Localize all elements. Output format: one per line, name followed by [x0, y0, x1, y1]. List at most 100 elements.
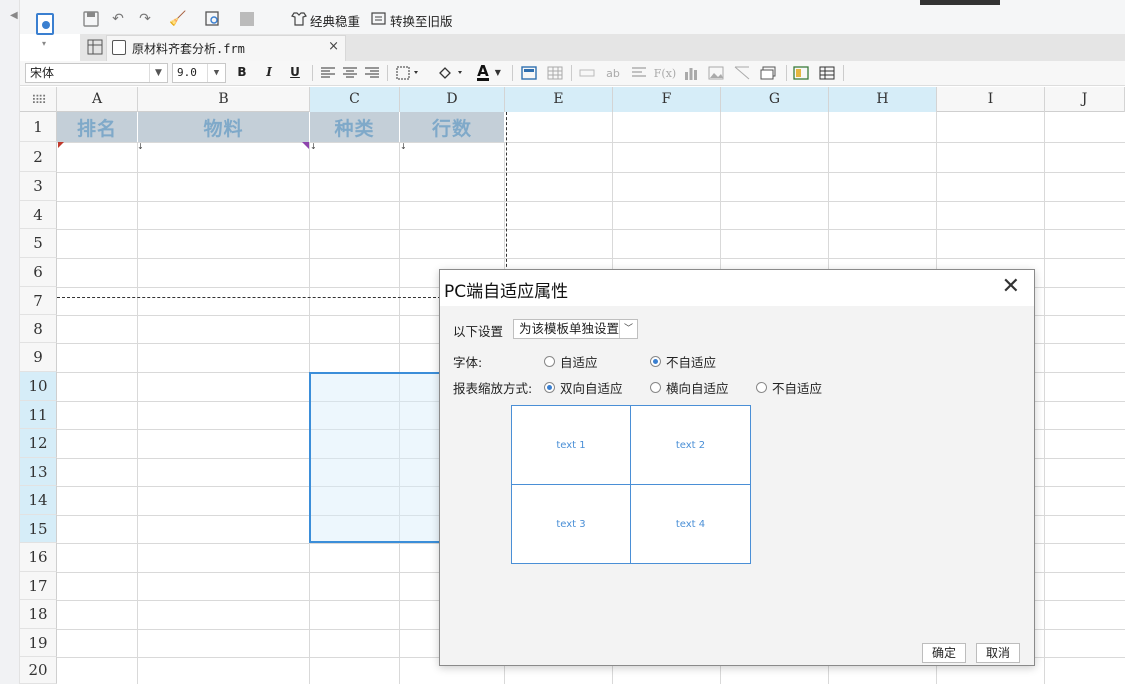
pc-adaptive-properties-dialog: PC端自适应属性 ✕ 以下设置 为该模板单独设置 ﹀ 字体: 自适应 不自适应 …	[439, 269, 1035, 666]
column-header-h[interactable]: H	[829, 87, 937, 112]
table-grid-icon[interactable]	[546, 65, 564, 81]
convert-icon[interactable]	[370, 10, 388, 28]
row-header-10[interactable]: 10	[20, 372, 57, 401]
column-header-j[interactable]: J	[1045, 87, 1125, 112]
preview-cell: text 4	[675, 519, 706, 530]
classic-theme-button[interactable]: 经典稳重	[310, 11, 360, 30]
collapse-left-arrow-icon[interactable]: ◀	[10, 10, 18, 21]
font-not-adaptive-label: 不自适应	[666, 355, 717, 370]
column-header-g[interactable]: G	[721, 87, 829, 112]
chevron-down-icon: ﹀	[619, 320, 637, 338]
bold-button[interactable]: B	[234, 65, 250, 79]
cell-selection-range[interactable]	[309, 372, 443, 543]
file-tab-label: 原材料齐套分析.frm	[132, 42, 245, 56]
column-header-i[interactable]: I	[937, 87, 1045, 112]
preview-cell: text 2	[631, 406, 750, 485]
expand-down-arrow-icon: ↓	[400, 142, 407, 151]
preview-icon[interactable]	[204, 10, 222, 28]
setting-scope-select[interactable]: 为该模板单独设置 ﹀	[513, 319, 638, 339]
close-icon[interactable]: ✕	[1002, 276, 1020, 298]
preview-cell: text 1	[512, 406, 631, 485]
row-header-6[interactable]: 6	[20, 258, 57, 287]
column-header-a[interactable]: A	[57, 87, 138, 112]
save-icon[interactable]	[82, 10, 100, 28]
row-header-19[interactable]: 19	[20, 629, 57, 657]
disabled-tool-icon	[238, 10, 256, 28]
clear-brush-icon[interactable]: 🧹	[168, 9, 188, 29]
cell-element-icon[interactable]	[792, 65, 810, 81]
app-menu-logo-icon[interactable]: ▾	[34, 13, 56, 48]
theme-shirt-icon[interactable]	[290, 10, 308, 28]
row-header-17[interactable]: 17	[20, 572, 57, 600]
row-header-1[interactable]: 1	[20, 112, 57, 142]
align-center-icon[interactable]	[342, 65, 358, 81]
font-color-button[interactable]: A ▼	[474, 62, 504, 82]
separator	[786, 65, 787, 81]
row-header-11[interactable]: 11	[20, 401, 57, 429]
font-size-select[interactable]: 9.0 ▼	[172, 63, 226, 83]
row-header-16[interactable]: 16	[20, 543, 57, 572]
scale-both-label: 双向自适应	[560, 381, 623, 396]
column-header-c[interactable]: C	[310, 87, 400, 112]
font-name-value: 宋体	[30, 66, 55, 80]
fill-color-icon[interactable]	[436, 64, 466, 82]
separator	[512, 65, 513, 81]
scale-both-radio[interactable]: 双向自适应	[544, 378, 623, 397]
row-header-8[interactable]: 8	[20, 315, 57, 343]
cell-d1-rows-header[interactable]: 行数	[400, 112, 505, 142]
form-layout-icon[interactable]	[818, 65, 836, 81]
row-header-12[interactable]: 12	[20, 429, 57, 458]
grid-hline	[57, 201, 1125, 202]
grid-vline	[137, 112, 138, 684]
subreport-icon[interactable]	[759, 65, 779, 81]
chevron-down-icon: ▼	[494, 67, 501, 77]
redo-icon[interactable]: ↷	[135, 9, 155, 29]
row-header-2[interactable]: 2	[20, 142, 57, 172]
row-header-13[interactable]: 13	[20, 458, 57, 486]
row-header-4[interactable]: 4	[20, 201, 57, 229]
column-header-f[interactable]: F	[613, 87, 721, 112]
undo-icon[interactable]: ↶	[108, 9, 128, 29]
row-header-9[interactable]: 9	[20, 343, 57, 372]
radio-off-icon	[544, 356, 555, 367]
row-header-5[interactable]: 5	[20, 229, 57, 258]
file-tab[interactable]: 原材料齐套分析.frm ×	[106, 35, 346, 61]
separator	[387, 65, 388, 81]
text-ab-icon: ab	[606, 66, 620, 80]
cell-c1-category-header[interactable]: 种类	[310, 112, 400, 142]
row-header-3[interactable]: 3	[20, 172, 57, 201]
insert-image-icon[interactable]	[520, 65, 538, 81]
underline-button[interactable]: U	[287, 65, 303, 79]
row-header-7[interactable]: 7	[20, 287, 57, 315]
convert-legacy-button[interactable]: 转换至旧版	[390, 11, 453, 30]
bar-chart-icon	[682, 65, 700, 81]
font-name-select[interactable]: 宋体 ▼	[25, 63, 168, 83]
scale-none-label: 不自适应	[772, 381, 823, 396]
row-header-20[interactable]: 20	[20, 657, 57, 684]
font-not-adaptive-radio[interactable]: 不自适应	[650, 352, 716, 371]
row-header-14[interactable]: 14	[20, 486, 57, 515]
grid-hline	[57, 172, 1125, 173]
ok-button[interactable]: 确定	[922, 643, 966, 663]
border-icon[interactable]	[395, 65, 423, 81]
cancel-button[interactable]: 取消	[976, 643, 1020, 663]
italic-button[interactable]: I	[261, 65, 277, 79]
close-tab-icon[interactable]: ×	[328, 39, 339, 54]
font-adaptive-label: 自适应	[560, 355, 598, 370]
column-header-e[interactable]: E	[505, 87, 613, 112]
row-header-15[interactable]: 15	[20, 515, 57, 543]
align-right-icon[interactable]	[364, 65, 380, 81]
row-header-18[interactable]: 18	[20, 600, 57, 629]
column-header-d[interactable]: D	[400, 87, 505, 112]
select-all-corner-icon[interactable]: ⠿⠿	[20, 87, 57, 112]
cell-a1-rank-header[interactable]: 排名	[57, 112, 138, 142]
column-header-b[interactable]: B	[138, 87, 310, 112]
top-edge-fragment	[920, 0, 1000, 5]
scale-none-radio[interactable]: 不自适应	[756, 378, 822, 397]
font-adaptive-radio[interactable]: 自适应	[544, 352, 598, 371]
cell-b1-material-header[interactable]: 物料	[138, 112, 310, 142]
grid-hline	[57, 258, 1125, 259]
align-left-icon[interactable]	[320, 65, 336, 81]
grid-view-icon[interactable]	[86, 38, 104, 56]
scale-horizontal-radio[interactable]: 横向自适应	[650, 378, 729, 397]
